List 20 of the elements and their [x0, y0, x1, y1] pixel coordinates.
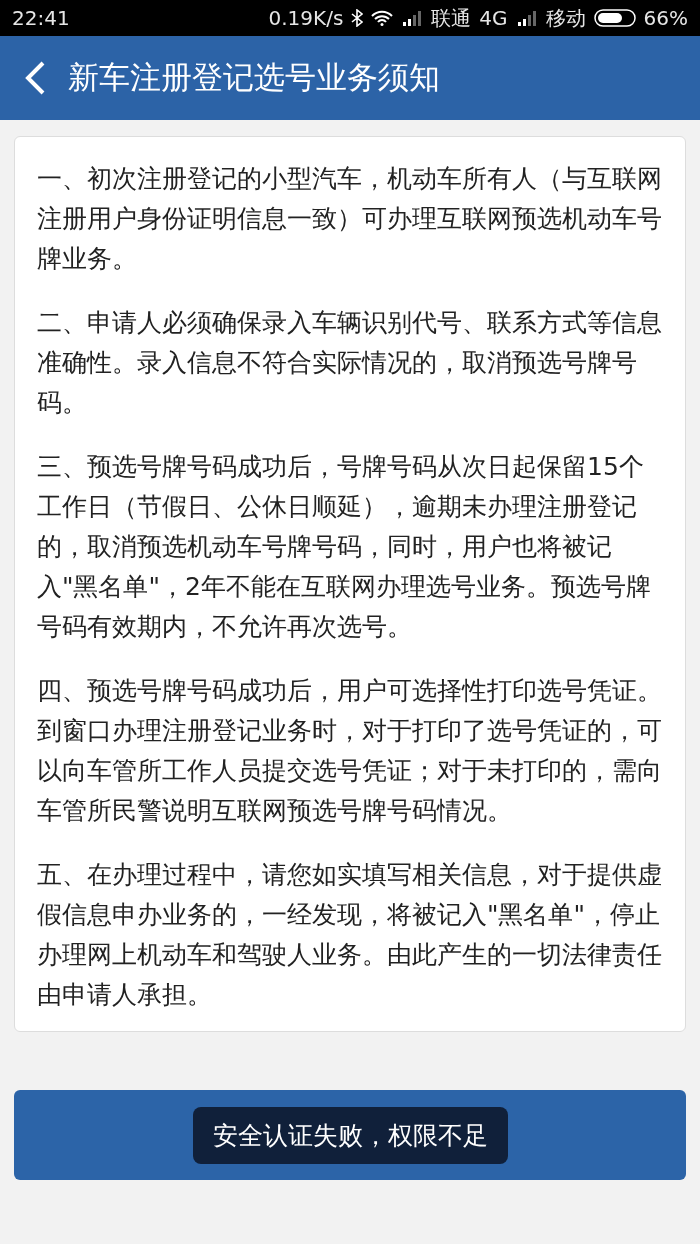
network-type: 4G	[479, 6, 508, 30]
carrier-name: 移动	[545, 4, 586, 32]
carrier-name: 联通	[431, 4, 472, 32]
battery-percent: 66%	[643, 6, 688, 30]
notice-paragraph: 一、初次注册登记的小型汽车，机动车所有人（与互联网注册用户身份证明信息一致）可办理互联网预选机动车号牌业务。	[37, 163, 663, 275]
page-title: 新车注册登记选号业务须知	[68, 58, 440, 97]
wifi-icon	[371, 10, 394, 26]
notice-paragraph: 二、申请人必须确保录入车辆识别代号、联系方式等信息准确性。录入信息不符合实际情况的，取消预选号牌号码。	[37, 307, 663, 419]
network-speed: 0.19K/s	[268, 6, 344, 30]
notice-paragraph: 四、预选号牌号码成功后，用户可选择性打印选号凭证。到窗口办理注册登记业务时，对于打印了选号凭证的，可以向车管所工作人员提交选号凭证；对于未打印的，需向车管所民警说明互联网预选号牌号码情况。	[37, 675, 663, 827]
battery-icon	[593, 9, 636, 27]
signal-icon	[515, 10, 538, 26]
bluetooth-icon	[351, 9, 364, 27]
signal-icon	[401, 10, 424, 26]
notice-paragraph: 三、预选号牌号码成功后，号牌号码从次日起保留15个工作日（节假日、公休日顺延），逾期未办理注册登记的，取消预选机动车号牌号码，同时，用户也将被记入"黑名单"，2年不能在互联网办理选号业务。预选号牌号码有效期内，不允许再次选号。	[37, 451, 652, 643]
agree-button[interactable]: 安全认证失败，权限不足	[14, 1090, 686, 1180]
back-icon[interactable]	[24, 61, 46, 95]
clock: 22:41	[12, 6, 70, 30]
notice-paragraph: 五、在办理过程中，请您如实填写相关信息，对于提供虚假信息申办业务的，一经发现，将被记入"黑名单"，停止办理网上机动车和驾驶人业务。由此产生的一切法律责任由申请人承担。	[37, 859, 663, 1011]
toast-message: 安全认证失败，权限不足	[192, 1106, 508, 1164]
